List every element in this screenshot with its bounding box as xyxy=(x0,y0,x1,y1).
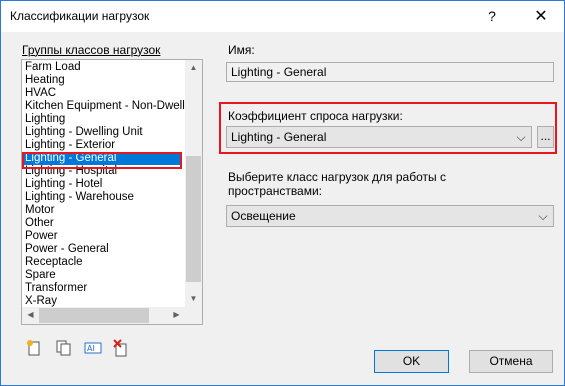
scroll-right-icon[interactable]: ▶ xyxy=(168,310,185,319)
title-bar: Классификации нагрузок ? ✕ xyxy=(1,1,564,32)
demand-factor-select[interactable]: Lighting - General ⌵ xyxy=(226,126,532,148)
svg-text:AI: AI xyxy=(87,344,95,353)
groups-list-items: Farm Load Heating HVAC Kitchen Equipment - … xyxy=(22,60,185,307)
vertical-scrollbar[interactable]: ▲ ▼ xyxy=(185,60,202,307)
list-item[interactable]: Kitchen Equipment - Non-Dwelling xyxy=(25,100,185,113)
name-label: Имя: xyxy=(228,43,255,57)
list-item[interactable]: Lighting - Warehouse xyxy=(25,191,134,204)
list-item[interactable]: Lighting - Exterior xyxy=(25,139,115,152)
rename-icon[interactable]: AI xyxy=(84,339,102,357)
demand-factor-value: Lighting - General xyxy=(231,130,327,144)
list-item[interactable]: Power xyxy=(25,230,58,243)
chevron-down-icon: ⌵ xyxy=(538,209,548,223)
dialog-window: Классификации нагрузок ? ✕ Группы классо… xyxy=(0,0,565,386)
list-item[interactable]: Lighting - Dwelling Unit xyxy=(25,126,143,139)
list-item[interactable]: Lighting xyxy=(25,113,65,126)
space-label-line2: пространствами: xyxy=(228,184,323,198)
delete-icon[interactable] xyxy=(113,339,131,357)
ok-button[interactable]: OK xyxy=(374,350,449,373)
list-item[interactable]: Heating xyxy=(25,74,65,87)
duplicate-icon[interactable] xyxy=(55,339,73,357)
list-item[interactable]: Receptacle xyxy=(25,256,83,269)
list-item[interactable]: Spare xyxy=(25,269,56,282)
new-class-icon[interactable] xyxy=(26,339,44,357)
demand-factor-label: Коэффициент спроса нагрузки: xyxy=(228,109,403,123)
vertical-scroll-thumb[interactable] xyxy=(186,156,201,282)
horizontal-scrollbar[interactable]: ◀ ▶ xyxy=(22,307,185,324)
cancel-button[interactable]: Отмена xyxy=(469,350,553,373)
space-label-line1: Выберите класс нагрузок для работы с xyxy=(228,170,446,184)
space-class-value: Освещение xyxy=(231,209,296,223)
window-title: Классификации нагрузок xyxy=(10,9,150,23)
help-button[interactable]: ? xyxy=(469,1,515,32)
list-item[interactable]: Transformer xyxy=(25,282,87,295)
chevron-down-icon: ⌵ xyxy=(516,130,526,144)
list-item[interactable]: Farm Load xyxy=(25,61,81,74)
list-item[interactable]: HVAC xyxy=(25,87,56,100)
list-item[interactable]: Lighting - Hotel xyxy=(25,178,102,191)
horizontal-scroll-thumb[interactable] xyxy=(39,308,149,323)
scroll-left-icon[interactable]: ◀ xyxy=(22,310,39,319)
groups-label: Группы классов нагрузок xyxy=(22,43,161,57)
list-item[interactable]: X-Ray xyxy=(25,295,57,307)
name-field[interactable]: Lighting - General xyxy=(226,62,554,82)
list-item[interactable]: Power - General xyxy=(25,243,109,256)
scroll-down-icon[interactable]: ▼ xyxy=(185,294,202,303)
groups-listbox[interactable]: Farm Load Heating HVAC Kitchen Equipment - … xyxy=(21,59,203,325)
list-item[interactable]: Other xyxy=(25,217,54,230)
scroll-corner xyxy=(185,307,202,324)
browse-button[interactable]: ... xyxy=(537,126,554,148)
list-item[interactable]: Motor xyxy=(25,204,54,217)
scroll-up-icon[interactable]: ▲ xyxy=(185,63,202,72)
selection-highlight-box xyxy=(22,152,182,169)
close-button[interactable]: ✕ xyxy=(518,1,564,32)
space-class-select[interactable]: Освещение ⌵ xyxy=(226,205,554,227)
